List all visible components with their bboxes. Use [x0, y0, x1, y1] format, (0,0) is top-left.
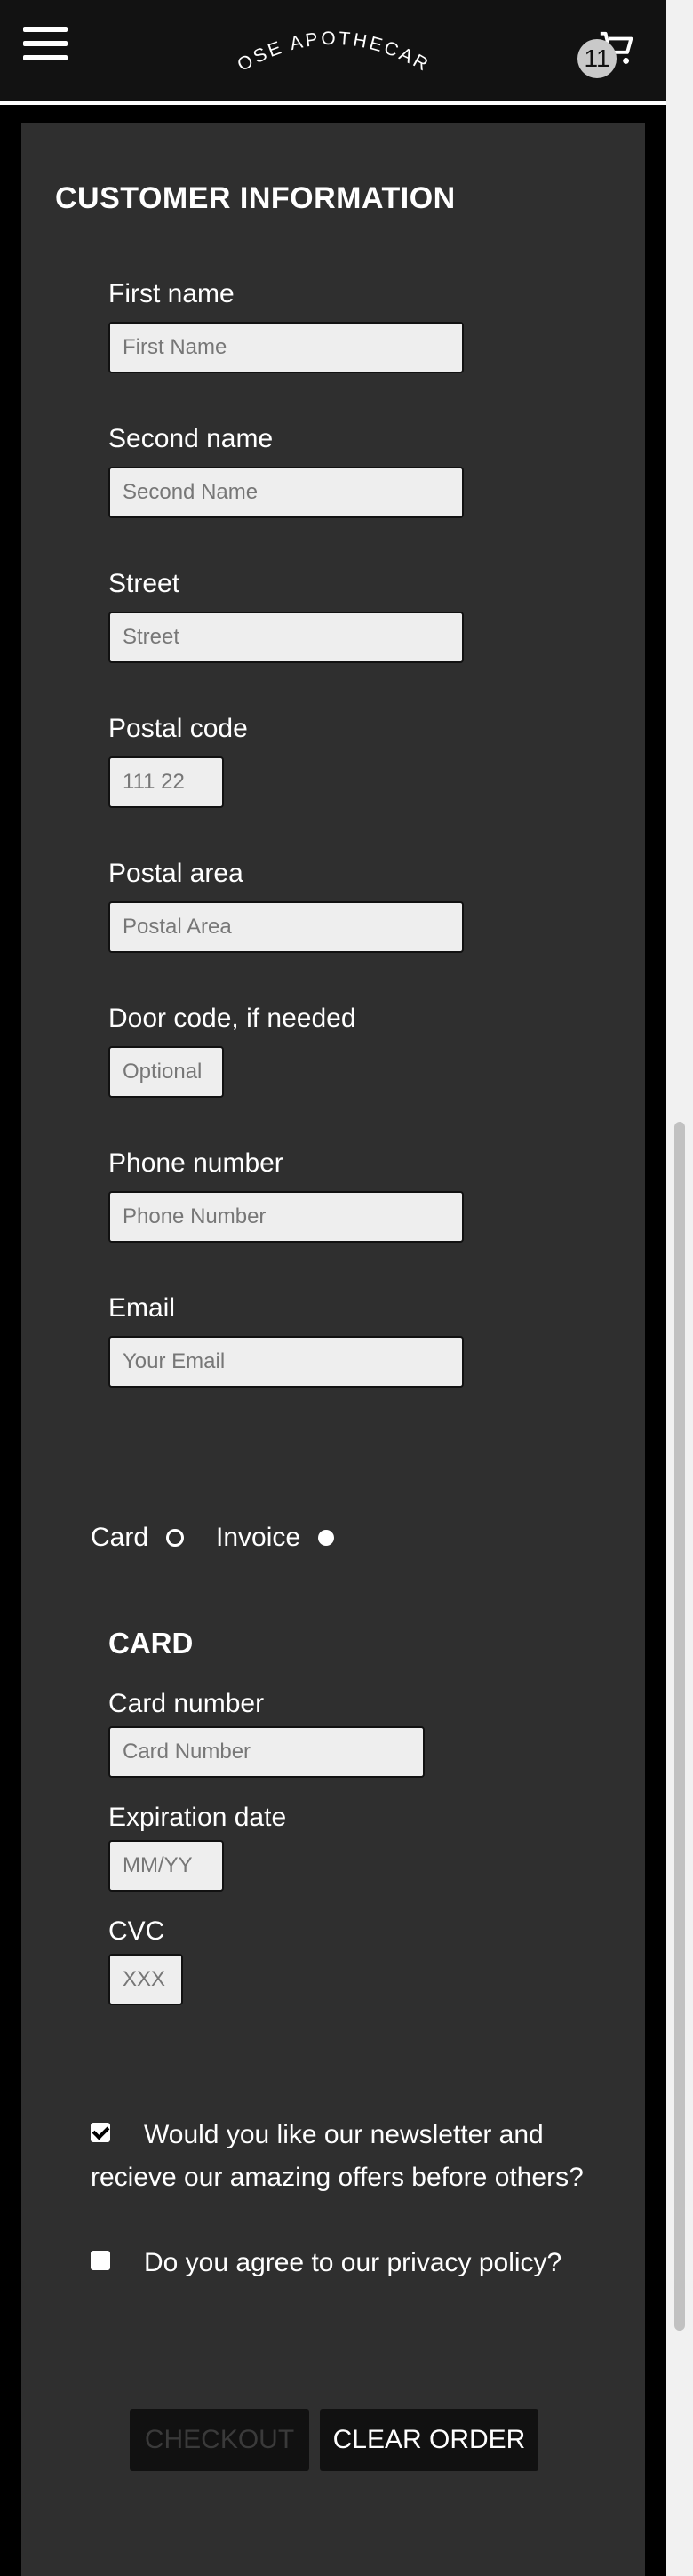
checkout-button[interactable]: CHECKOUT [130, 2409, 309, 2471]
page-scrollbar[interactable] [666, 0, 693, 2576]
card-number-input[interactable] [108, 1726, 425, 1778]
payment-method-selector: Card Invoice [91, 1523, 366, 1553]
newsletter-consent: Would you like our newsletter and reciev… [91, 2114, 588, 2199]
card-section-title: CARD [108, 1627, 194, 1660]
invoice-option-label: Invoice [216, 1523, 301, 1552]
postal-area-label: Postal area [108, 859, 243, 888]
email-group: Email [108, 1293, 464, 1388]
phone-label: Phone number [108, 1148, 283, 1178]
expiry-group: Expiration date [108, 1803, 286, 1892]
checkout-form: CUSTOMER INFORMATION First name Second n… [21, 123, 645, 2576]
cvc-input[interactable] [108, 1954, 183, 2005]
site-header: ROSE APOTHECARY 11 [0, 0, 666, 105]
privacy-label: Do you agree to our privacy policy? [144, 2248, 562, 2277]
email-label: Email [108, 1293, 176, 1323]
postal-code-label: Postal code [108, 714, 248, 743]
street-group: Street [108, 569, 464, 663]
door-code-input[interactable] [108, 1046, 224, 1098]
privacy-checkbox[interactable] [91, 2251, 110, 2271]
customer-info-title: CUSTOMER INFORMATION [55, 181, 456, 215]
brand-logo[interactable]: ROSE APOTHECARY [227, 20, 440, 84]
card-radio[interactable] [166, 1529, 185, 1547]
postal-area-input[interactable] [108, 901, 464, 953]
postal-area-group: Postal area [108, 859, 464, 953]
second-name-label: Second name [108, 424, 274, 453]
scrollbar-thumb[interactable] [674, 1122, 685, 2331]
door-code-label: Door code, if needed [108, 1004, 356, 1033]
second-name-group: Second name [108, 424, 464, 518]
cvc-label: CVC [108, 1916, 165, 1946]
clear-order-button[interactable]: CLEAR ORDER [320, 2409, 538, 2471]
card-number-group: Card number [108, 1689, 425, 1778]
menu-icon[interactable] [23, 27, 68, 64]
postal-code-group: Postal code [108, 714, 248, 808]
street-input[interactable] [108, 612, 464, 663]
expiry-input[interactable] [108, 1840, 224, 1892]
email-input[interactable] [108, 1336, 464, 1388]
newsletter-checkbox[interactable] [91, 2123, 110, 2143]
street-label: Street [108, 569, 180, 598]
newsletter-label: Would you like our newsletter and reciev… [91, 2120, 584, 2192]
postal-code-input[interactable] [108, 756, 224, 808]
phone-group: Phone number [108, 1148, 464, 1243]
phone-input[interactable] [108, 1191, 464, 1243]
first-name-label: First name [108, 279, 235, 308]
expiry-label: Expiration date [108, 1803, 287, 1832]
svg-text:ROSE APOTHECARY: ROSE APOTHECARY [227, 20, 434, 76]
brand-name: ROSE APOTHECARY [227, 20, 431, 76]
privacy-consent: Do you agree to our privacy policy? [91, 2242, 588, 2284]
cvc-group: CVC [108, 1916, 183, 2005]
first-name-group: First name [108, 279, 464, 373]
door-code-group: Door code, if needed [108, 1004, 356, 1098]
card-option-label: Card [91, 1523, 149, 1552]
first-name-input[interactable] [108, 322, 464, 373]
invoice-radio[interactable] [318, 1530, 335, 1546]
card-number-label: Card number [108, 1689, 265, 1718]
second-name-input[interactable] [108, 467, 464, 518]
cart-count-badge: 11 [578, 39, 617, 78]
cart-button[interactable]: 11 [578, 25, 640, 78]
